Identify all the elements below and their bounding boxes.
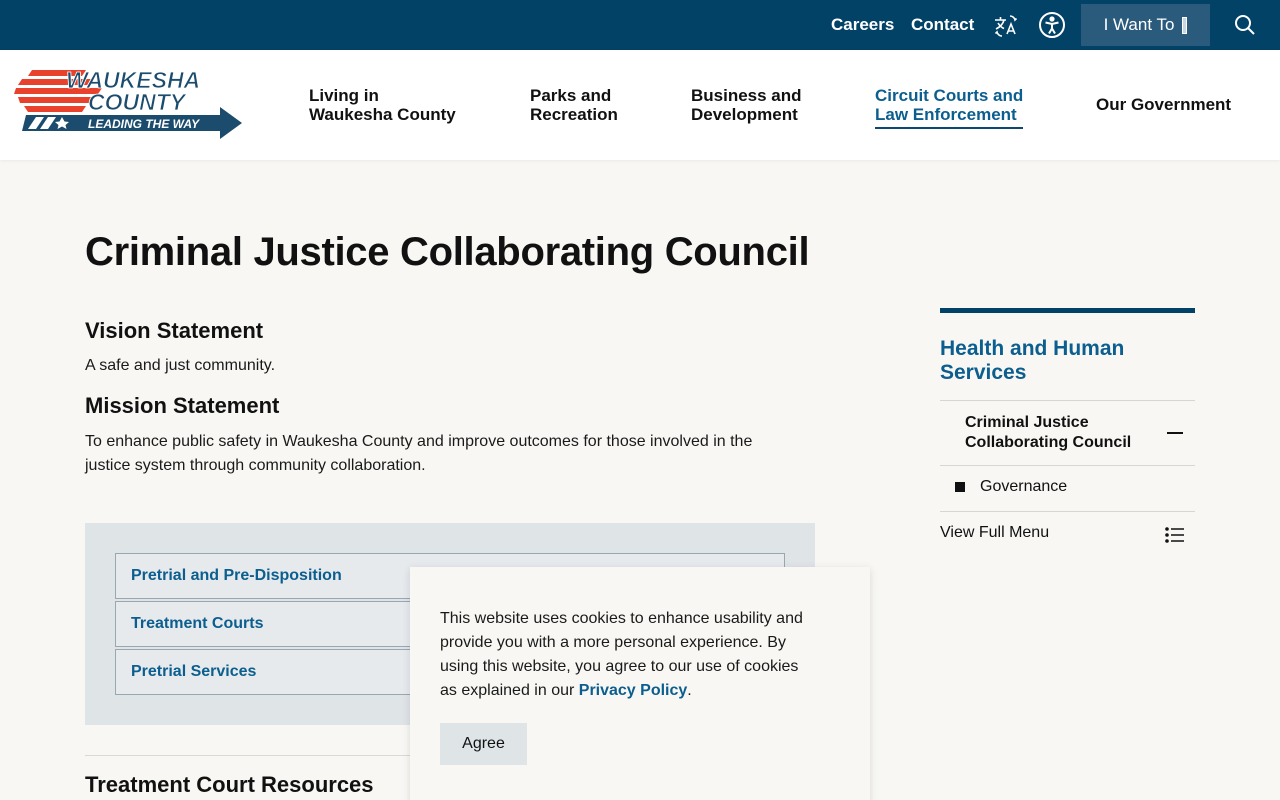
accessibility-icon[interactable] [1038,11,1066,39]
cookie-line-2: provide you with a more personal experie… [440,634,786,651]
cookie-line-3: using this website, you agree to our use… [440,658,799,675]
cookie-line-4: as explained in our Privacy Policy. [440,679,840,703]
nav-label-line-2: Development [691,105,798,124]
nav-circuit-courts-and-law-enforcement[interactable]: Circuit Courts and Law Enforcement [875,86,1024,129]
menu-bar-icon [1182,16,1188,34]
logo-tagline: LEADING THE WAY [88,117,200,131]
sidebar-accent-bar [940,308,1195,313]
logo-line-2: COUNTY [88,89,188,115]
sidebar-item-label: Governance [980,478,1068,495]
main-navigation: LEADING THE WAY WAUKESHA COUNTY Living i… [0,50,1280,160]
nav-label-line-2: Law Enforcement [875,105,1017,124]
i-want-to-button[interactable]: I Want To [1081,4,1210,46]
cookie-line-1: This website uses cookies to enhance usa… [440,610,803,627]
view-full-menu-link[interactable]: View Full Menu [940,524,1049,542]
mission-text-line-2: justice system through community collabo… [85,457,426,474]
sidebar-divider [940,400,1195,401]
mission-heading: Mission Statement [85,393,280,418]
nav-label-line-1: Circuit Courts and [875,86,1024,105]
nav-label-line-1: Business and [691,86,802,105]
cookie-line-4-text: as explained in our [440,682,579,699]
sidebar-heading-line-2: Services [940,361,1027,384]
search-icon[interactable] [1233,13,1257,37]
nav-business-and-development[interactable]: Business and Development [691,86,802,124]
cookie-banner: This website uses cookies to enhance usa… [410,567,870,800]
nav-label-line-1: Parks and [530,86,612,105]
sidebar-current-line-1: Criminal Justice [965,414,1089,431]
page-title: Criminal Justice Collaborating Council [85,230,810,274]
treatment-court-resources-heading: Treatment Court Resources [85,772,374,797]
cookie-message: This website uses cookies to enhance usa… [440,607,840,703]
nav-parks-and-recreation[interactable]: Parks and Recreation [530,86,618,124]
nav-our-government[interactable]: Our Government [1096,95,1231,114]
sidebar-current-item[interactable]: Criminal Justice Collaborating Council [965,413,1155,453]
utility-bar: Careers Contact I Want To [0,0,1280,50]
vision-text: A safe and just community. [85,357,276,374]
sidebar-divider [940,511,1195,512]
sidebar-heading-line-1: Health and Human [940,337,1125,360]
sidebar-heading[interactable]: Health and Human Services [940,337,1195,385]
mission-text-line-1: To enhance public safety in Waukesha Cou… [85,433,753,450]
sidebar-divider [940,465,1195,466]
nav-living-in-waukesha-county[interactable]: Living in Waukesha County [309,86,456,124]
square-bullet-icon [955,482,965,492]
collapse-minus-icon[interactable] [1167,432,1183,434]
sidebar-current-line-2: Collaborating Council [965,434,1132,451]
privacy-policy-link[interactable]: Privacy Policy [579,682,688,699]
translate-icon[interactable] [992,11,1020,39]
careers-link[interactable]: Careers [831,15,894,35]
list-icon[interactable] [1165,526,1185,544]
agree-button[interactable]: Agree [440,723,527,765]
nav-label-line-2: Waukesha County [309,105,456,124]
nav-label-line-2: Recreation [530,105,618,124]
nav-label-line-1: Our Government [1096,95,1232,114]
contact-link[interactable]: Contact [911,15,974,35]
waukesha-county-logo[interactable]: LEADING THE WAY WAUKESHA COUNTY [14,67,244,139]
sidebar-item-governance[interactable]: Governance [955,478,1067,496]
vision-heading: Vision Statement [85,318,264,343]
cookie-period: . [687,682,692,699]
nav-label-line-1: Living in [309,86,379,105]
i-want-to-label: I Want To [1103,15,1175,34]
